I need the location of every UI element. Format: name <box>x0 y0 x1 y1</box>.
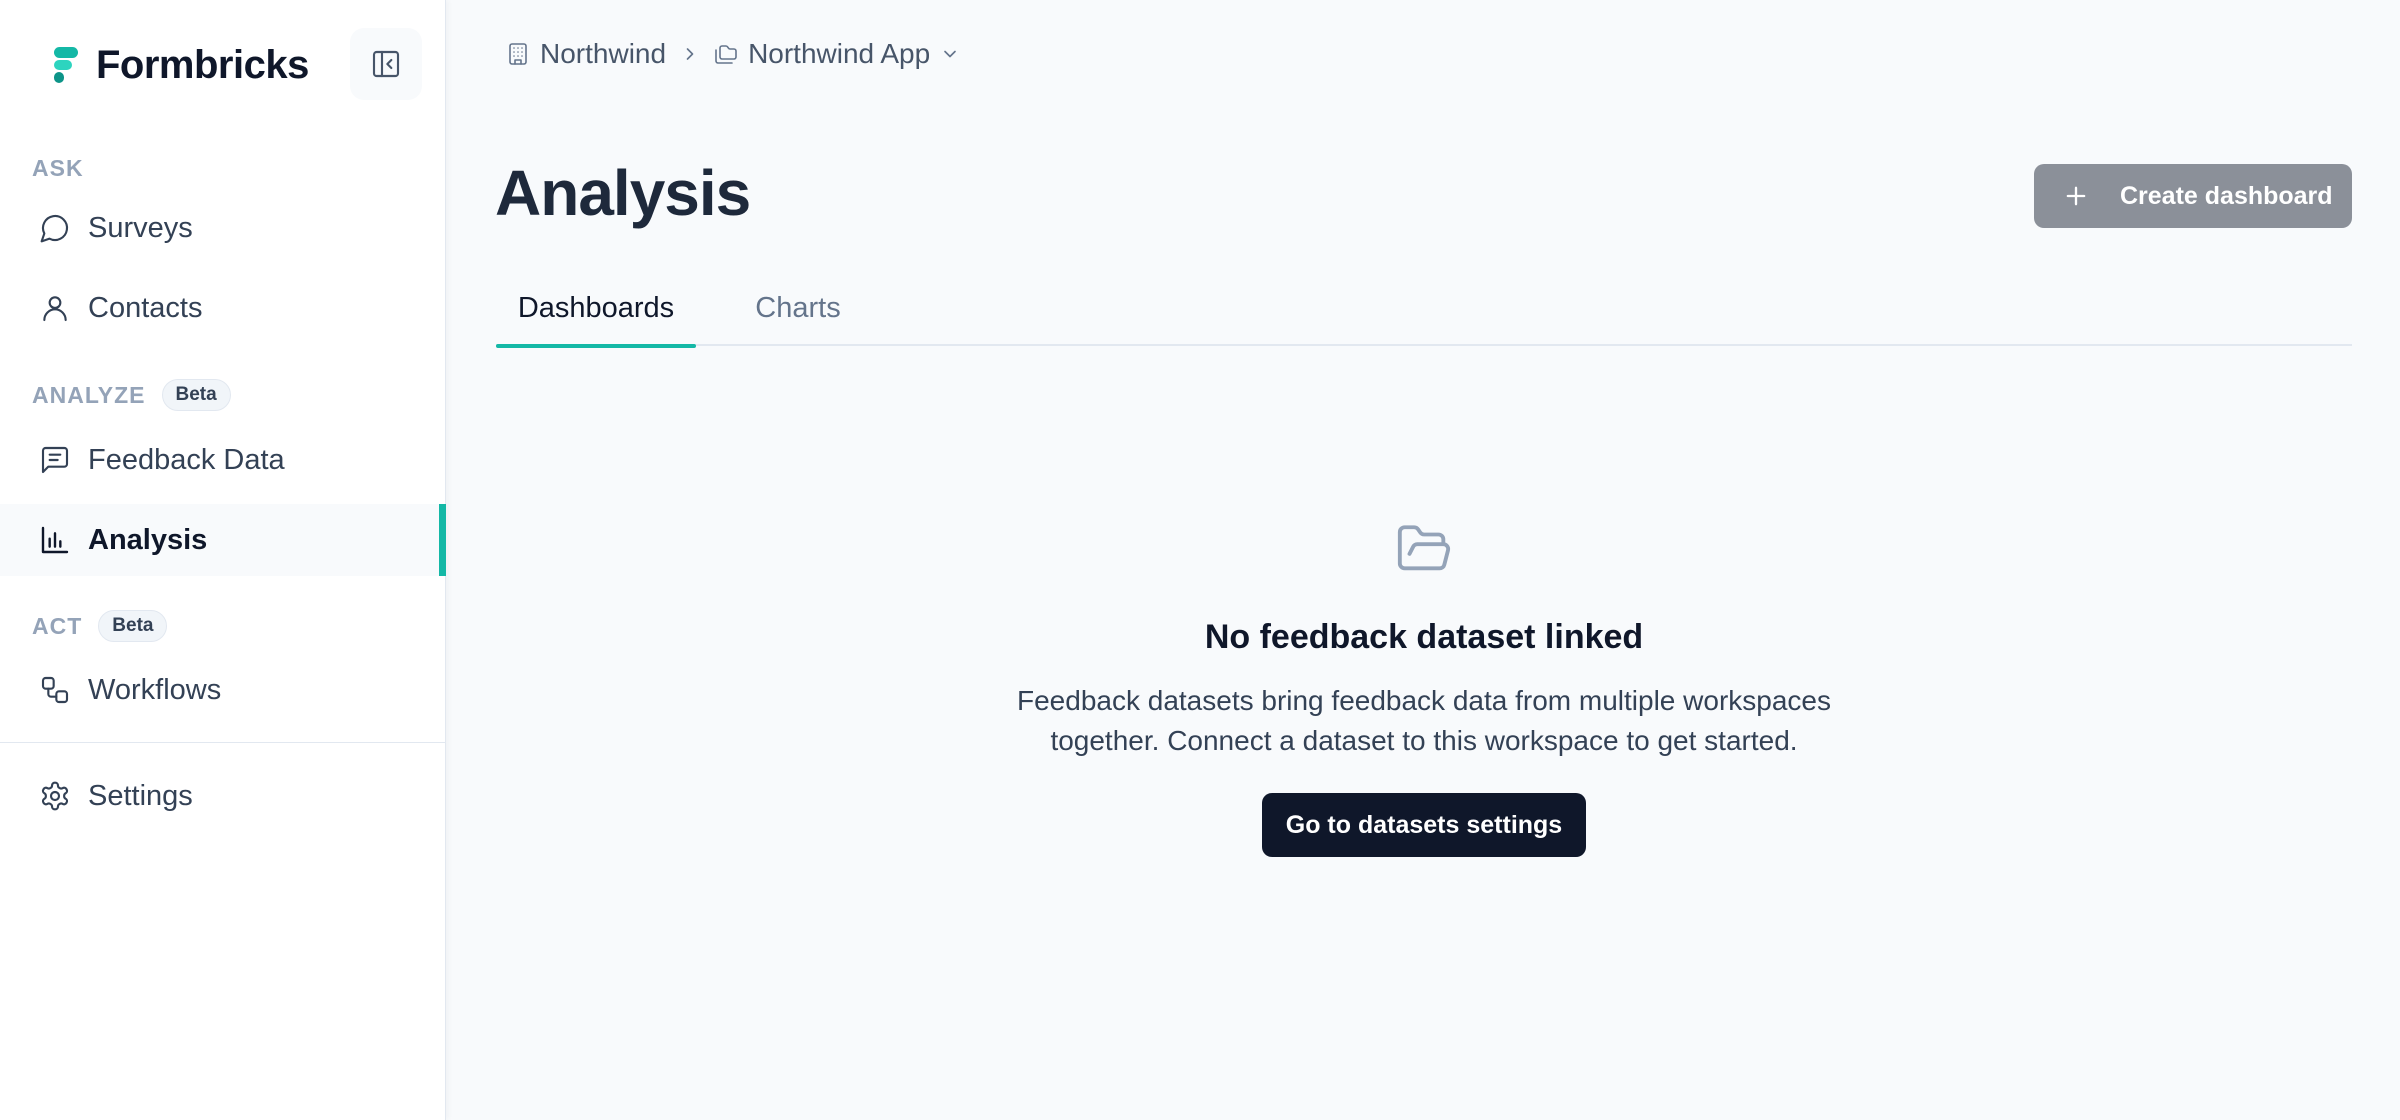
breadcrumb-workspace[interactable]: Northwind App <box>714 38 960 70</box>
sidebar-collapse-button[interactable] <box>350 28 422 100</box>
empty-state-description: Feedback datasets bring feedback data fr… <box>1017 685 1831 756</box>
breadcrumb: Northwind Northwind App <box>506 34 960 74</box>
go-to-datasets-settings-button[interactable]: Go to datasets settings <box>1261 793 1587 857</box>
sidebar-item-contacts[interactable]: Contacts <box>0 272 446 344</box>
message-square-text-icon <box>38 443 72 477</box>
sidebar-item-workflows[interactable]: Workflows <box>0 654 446 726</box>
chevron-down-icon <box>944 50 957 58</box>
section-label-ask: ASK <box>32 152 84 184</box>
sidebar: Formbricks ASK Surveys Contacts ANALYZE … <box>0 0 446 1120</box>
sidebar-item-label: Feedback Data <box>88 443 285 476</box>
section-label-act: ACT Beta <box>32 610 168 642</box>
breadcrumb-organization[interactable]: Northwind <box>506 38 666 70</box>
sidebar-item-label: Workflows <box>88 673 222 706</box>
sidebar-item-analysis[interactable]: Analysis <box>0 504 446 576</box>
workflow-icon <box>38 673 72 707</box>
empty-state: No feedback dataset linked Feedback data… <box>496 520 2352 857</box>
sidebar-item-surveys[interactable]: Surveys <box>0 192 446 264</box>
tab-label: Charts <box>755 291 841 324</box>
gear-icon <box>38 779 72 813</box>
breadcrumb-workspace-label: Northwind App <box>748 38 931 69</box>
tab-dashboards[interactable]: Dashboards <box>496 270 696 348</box>
user-icon <box>38 291 72 325</box>
sidebar-item-label: Analysis <box>88 523 208 556</box>
sidebar-item-feedback-data[interactable]: Feedback Data <box>0 424 446 496</box>
panel-left-close-icon <box>372 50 400 78</box>
beta-badge: Beta <box>98 610 168 642</box>
tab-bar: Dashboards Charts <box>496 270 2352 348</box>
sidebar-item-label: Contacts <box>88 291 203 324</box>
page-title: Analysis <box>495 157 751 229</box>
beta-badge: Beta <box>161 379 231 411</box>
active-indicator <box>439 504 446 576</box>
folders-icon <box>715 45 737 64</box>
empty-state-title: No feedback dataset linked <box>1204 618 1644 656</box>
section-ask-text: ASK <box>32 154 84 181</box>
create-dashboard-label: Create dashboard <box>2120 181 2333 210</box>
tab-charts[interactable]: Charts <box>738 270 858 346</box>
tab-active-underline <box>496 344 696 348</box>
tab-label: Dashboards <box>517 291 675 324</box>
building-icon <box>509 43 527 65</box>
sidebar-item-label: Surveys <box>88 211 193 244</box>
sidebar-item-label: Settings <box>88 779 193 812</box>
chevron-right-icon <box>686 48 694 60</box>
breadcrumb-organization-label: Northwind <box>540 38 667 69</box>
brand-name: Formbricks <box>96 42 309 87</box>
section-analyze-text: ANALYZE <box>32 381 146 408</box>
sidebar-item-settings[interactable]: Settings <box>0 760 446 832</box>
bar-chart-icon <box>38 523 72 557</box>
section-act-text: ACT <box>32 612 83 639</box>
formbricks-logo-icon <box>54 47 78 83</box>
plus-icon <box>2066 186 2086 206</box>
sidebar-divider <box>0 742 446 743</box>
section-label-analyze: ANALYZE Beta <box>32 379 231 411</box>
folder-open-icon <box>1397 525 1451 571</box>
create-dashboard-button[interactable]: Create dashboard <box>2034 164 2352 228</box>
brand[interactable]: Formbricks <box>52 40 309 90</box>
message-circle-icon <box>38 211 72 245</box>
